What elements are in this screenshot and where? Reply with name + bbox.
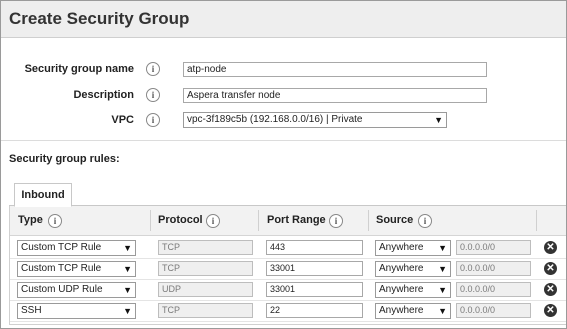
- info-icon[interactable]: i: [418, 214, 432, 228]
- description-input[interactable]: Aspera transfer node: [183, 88, 487, 103]
- rule-row: Custom UDP Rule ▼ UDP 33001 Anywhere ▼ 0…: [10, 279, 566, 301]
- vpc-select-value: vpc-3f189c5b (192.168.0.0/16) | Private: [187, 114, 363, 125]
- rule-type-select[interactable]: Custom TCP Rule ▼: [17, 240, 136, 256]
- rule-port-range-input[interactable]: 443: [266, 240, 363, 255]
- column-divider: [536, 210, 537, 231]
- chevron-down-icon: ▼: [438, 306, 447, 316]
- rule-source-select[interactable]: Anywhere ▼: [375, 261, 451, 277]
- title-bar: Create Security Group: [1, 1, 566, 38]
- chevron-down-icon: ▼: [438, 285, 447, 295]
- dialog-title: Create Security Group: [9, 9, 190, 28]
- delete-rule-icon[interactable]: ✕: [544, 304, 557, 317]
- column-header-port-range: Port Range: [267, 214, 326, 226]
- rule-source-select[interactable]: Anywhere ▼: [375, 303, 451, 319]
- chevron-down-icon: ▼: [123, 264, 132, 274]
- column-header-protocol: Protocol: [158, 214, 203, 226]
- rule-protocol-field: TCP: [158, 303, 253, 318]
- security-group-name-input[interactable]: atp-node: [183, 62, 487, 77]
- column-divider: [150, 210, 151, 231]
- rule-row: SSH ▼ TCP 22 Anywhere ▼ 0.0.0.0/0 ✕: [10, 300, 566, 322]
- column-divider: [258, 210, 259, 231]
- info-icon[interactable]: i: [206, 214, 220, 228]
- section-divider: [1, 140, 566, 141]
- rule-type-select[interactable]: Custom UDP Rule ▼: [17, 282, 136, 298]
- chevron-down-icon: ▼: [438, 264, 447, 274]
- column-header-type: Type: [18, 214, 43, 226]
- rule-cidr-field: 0.0.0.0/0: [456, 303, 531, 318]
- info-icon[interactable]: i: [146, 113, 160, 127]
- rule-row: Custom TCP Rule ▼ TCP 443 Anywhere ▼ 0.0…: [10, 237, 566, 259]
- rule-port-range-input[interactable]: 22: [266, 303, 363, 318]
- column-divider: [368, 210, 369, 231]
- info-icon[interactable]: i: [146, 88, 160, 102]
- column-header-source: Source: [376, 214, 414, 226]
- chevron-down-icon: ▼: [123, 285, 132, 295]
- chevron-down-icon: ▼: [123, 243, 132, 253]
- vpc-select[interactable]: vpc-3f189c5b (192.168.0.0/16) | Private …: [183, 112, 447, 128]
- rule-cidr-field: 0.0.0.0/0: [456, 282, 531, 297]
- info-icon[interactable]: i: [48, 214, 62, 228]
- delete-rule-icon[interactable]: ✕: [544, 241, 557, 254]
- rule-type-select[interactable]: SSH ▼: [17, 303, 136, 319]
- rule-protocol-field: TCP: [158, 240, 253, 255]
- rule-source-select[interactable]: Anywhere ▼: [375, 240, 451, 256]
- info-icon[interactable]: i: [329, 214, 343, 228]
- tab-inbound[interactable]: Inbound: [14, 183, 72, 207]
- rule-type-select[interactable]: Custom TCP Rule ▼: [17, 261, 136, 277]
- rule-port-range-input[interactable]: 33001: [266, 261, 363, 276]
- security-group-name-label: Security group name: [24, 63, 134, 75]
- rule-cidr-field: 0.0.0.0/0: [456, 240, 531, 255]
- rule-port-range-input[interactable]: 33001: [266, 282, 363, 297]
- rule-protocol-field: TCP: [158, 261, 253, 276]
- delete-rule-icon[interactable]: ✕: [544, 283, 557, 296]
- chevron-down-icon: ▼: [123, 306, 132, 316]
- description-label: Description: [73, 89, 134, 101]
- delete-rule-icon[interactable]: ✕: [544, 262, 557, 275]
- rule-source-select[interactable]: Anywhere ▼: [375, 282, 451, 298]
- rule-protocol-field: UDP: [158, 282, 253, 297]
- create-security-group-dialog: Create Security Group Security group nam…: [0, 0, 567, 329]
- info-icon[interactable]: i: [146, 62, 160, 76]
- rules-table: Type i Protocol i Port Range i Source i: [9, 206, 566, 325]
- chevron-down-icon: ▼: [434, 115, 443, 125]
- rules-table-header: Type i Protocol i Port Range i Source i: [10, 206, 566, 236]
- rule-row: Custom TCP Rule ▼ TCP 33001 Anywhere ▼ 0…: [10, 258, 566, 280]
- security-group-rules-heading: Security group rules:: [9, 153, 120, 165]
- rule-cidr-field: 0.0.0.0/0: [456, 261, 531, 276]
- vpc-label: VPC: [111, 114, 134, 126]
- chevron-down-icon: ▼: [438, 243, 447, 253]
